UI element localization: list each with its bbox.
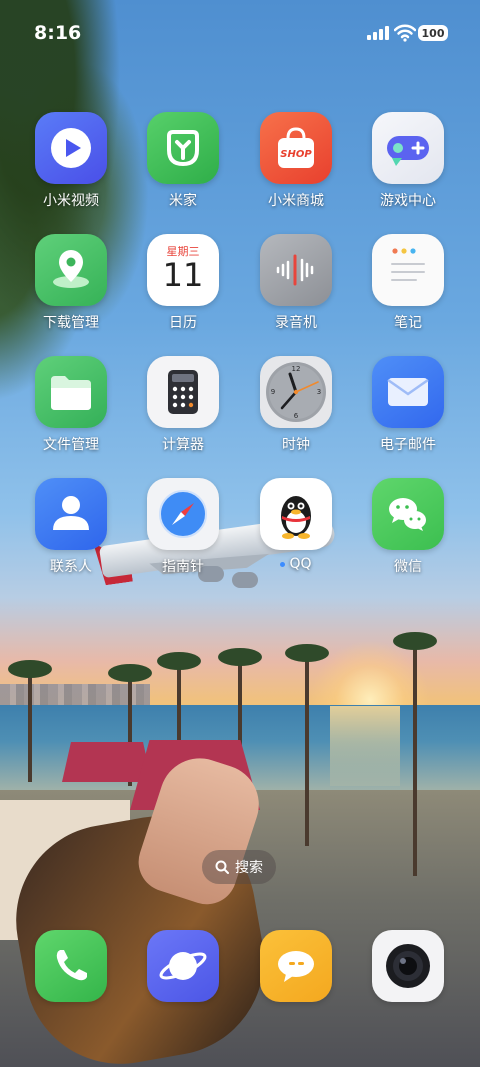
app-contacts[interactable]: 联系人: [21, 478, 121, 576]
app-calculator[interactable]: 计算器: [133, 356, 233, 454]
wallpaper-sea-glow: [330, 706, 400, 786]
folder-icon: [35, 356, 107, 428]
status-time: 8:16: [34, 22, 82, 44]
app-recorder[interactable]: 录音机: [246, 234, 346, 332]
app-compass[interactable]: 指南针: [133, 478, 233, 576]
notes-icon: [372, 234, 444, 306]
app-label: 计算器: [162, 437, 204, 453]
palm-top: [8, 660, 52, 678]
calendar-icon: 星期三 11: [147, 234, 219, 306]
palm-top: [393, 632, 437, 650]
app-mi-home[interactable]: 米家: [133, 112, 233, 210]
phone-icon: [35, 930, 107, 1002]
app-calendar[interactable]: 星期三 11 日历: [133, 234, 233, 332]
downloads-icon: [35, 234, 107, 306]
wechat-icon: [372, 478, 444, 550]
app-label: 文件管理: [43, 437, 99, 453]
mi-video-icon: [35, 112, 107, 184]
svg-text:6: 6: [294, 412, 299, 420]
search-label: 搜索: [235, 860, 263, 876]
envelope-icon: [372, 356, 444, 428]
app-mi-video[interactable]: 小米视频: [21, 112, 121, 210]
app-game-center[interactable]: 游戏中心: [358, 112, 458, 210]
browser-planet-icon: [147, 930, 219, 1002]
mi-store-icon: SHOP: [260, 112, 332, 184]
svg-text:9: 9: [271, 388, 275, 396]
palm-top: [285, 644, 329, 662]
calendar-day: 11: [162, 256, 204, 294]
cellular-signal-icon: [367, 26, 389, 40]
palm-top: [108, 664, 152, 682]
svg-text:12: 12: [292, 365, 301, 373]
battery-indicator: 100: [418, 25, 448, 41]
svg-text:3: 3: [317, 388, 321, 396]
calculator-icon: [147, 356, 219, 428]
search-button[interactable]: 搜索: [202, 850, 276, 884]
app-label: 电子邮件: [380, 437, 436, 453]
app-label: 联系人: [50, 559, 92, 575]
wifi-icon: [394, 24, 416, 42]
app-label: 指南针: [162, 559, 204, 575]
palm-trunk: [28, 672, 32, 782]
app-label: 录音机: [275, 315, 317, 331]
app-label: 小米商城: [268, 193, 324, 209]
app-label: 笔记: [394, 315, 422, 331]
mi-home-icon: [147, 112, 219, 184]
compass-icon: [147, 478, 219, 550]
app-label: 游戏中心: [380, 193, 436, 209]
palm-trunk: [413, 646, 417, 876]
app-wechat[interactable]: 微信: [358, 478, 458, 576]
app-label: 小米视频: [43, 193, 99, 209]
app-label: 米家: [169, 193, 197, 209]
app-label-row: QQ: [246, 556, 346, 572]
app-label: 日历: [169, 315, 197, 331]
shop-badge-text: SHOP: [280, 149, 312, 160]
app-label: 微信: [394, 559, 422, 575]
clock-icon: 12 3 6 9: [260, 356, 332, 428]
app-file-manager[interactable]: 文件管理: [21, 356, 121, 454]
dock-camera[interactable]: [358, 930, 458, 1002]
app-qq[interactable]: QQ: [246, 478, 346, 572]
dock-phone[interactable]: [21, 930, 121, 1002]
app-notes[interactable]: 笔记: [358, 234, 458, 332]
palm-top: [157, 652, 201, 670]
search-icon: [215, 860, 229, 874]
app-downloads[interactable]: 下载管理: [21, 234, 121, 332]
dock-browser[interactable]: [133, 930, 233, 1002]
app-mi-store[interactable]: SHOP 小米商城: [246, 112, 346, 210]
palm-trunk: [305, 656, 309, 846]
contacts-icon: [35, 478, 107, 550]
messages-icon: [260, 930, 332, 1002]
app-email[interactable]: 电子邮件: [358, 356, 458, 454]
tent: [62, 742, 152, 782]
home-screen: 8:16 100 小米视频 米家 SHOP 小米商城 游戏中心 下载管理 星期三…: [0, 0, 480, 1067]
airplane-engine: [232, 572, 258, 588]
status-bar: 8:16 100: [0, 0, 480, 60]
waveform-icon: [260, 234, 332, 306]
app-label: 时钟: [282, 437, 310, 453]
qq-penguin-icon: [260, 478, 332, 550]
game-controller-icon: [372, 112, 444, 184]
new-install-dot: [280, 561, 286, 567]
app-clock[interactable]: 12 3 6 9 时钟: [246, 356, 346, 454]
camera-lens-icon: [372, 930, 444, 1002]
dock-messages[interactable]: [246, 930, 346, 1002]
app-label: QQ: [289, 556, 312, 572]
app-label: 下载管理: [43, 315, 99, 331]
palm-top: [218, 648, 262, 666]
